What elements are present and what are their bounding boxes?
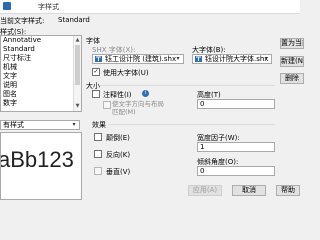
- chevron-down-icon: ▾: [72, 121, 76, 128]
- shx-font-dropdown[interactable]: 钰工设计院 (建筑).shx ▾: [92, 54, 184, 64]
- style-filter-value: 有样式: [3, 121, 24, 129]
- preview-text: aBb123: [0, 147, 74, 172]
- list-scrollbar[interactable]: ▲ ▼: [73, 36, 81, 111]
- big-font-icon: [195, 56, 202, 62]
- chevron-down-icon: ▾: [264, 55, 268, 62]
- title-bar: 字样式: [0, 0, 300, 14]
- scroll-thumb[interactable]: [75, 45, 80, 85]
- list-item[interactable]: 图名: [3, 90, 17, 99]
- app-icon: [3, 2, 11, 10]
- use-big-font-label: 使用大字体(U): [103, 69, 149, 77]
- big-font-dropdown[interactable]: 钰设计院大字体.shx ▾: [192, 54, 272, 64]
- effects-group-title: 效果: [92, 121, 106, 129]
- style-filter-dropdown[interactable]: 有样式 ▾: [0, 120, 80, 130]
- vertical-checkbox[interactable]: [94, 167, 102, 175]
- info-icon: i: [142, 90, 149, 97]
- list-item[interactable]: 文字: [3, 72, 17, 81]
- shx-font-icon: [95, 56, 102, 62]
- size-divider: [100, 85, 275, 86]
- scroll-up-icon[interactable]: ▲: [74, 37, 81, 43]
- current-style-label: 当前文字样式:: [0, 17, 45, 25]
- list-item[interactable]: 机械: [3, 63, 17, 72]
- match-orientation-checkbox[interactable]: [103, 101, 111, 109]
- height-field[interactable]: 0: [197, 99, 275, 109]
- annotative-label: 注释性(I): [103, 91, 132, 99]
- big-font-value: 钰设计院大字体.shx: [205, 55, 269, 63]
- set-current-button[interactable]: 置为当前: [280, 38, 304, 49]
- list-item[interactable]: 说明: [3, 81, 17, 90]
- list-item[interactable]: Standard: [3, 45, 35, 54]
- vertical-label: 垂直(V): [106, 168, 131, 176]
- scroll-down-icon[interactable]: ▼: [74, 103, 81, 109]
- match-orientation-label: 使文字方向与布局 匹配(M): [112, 100, 164, 116]
- backwards-checkbox[interactable]: [94, 150, 102, 158]
- window-title: 字样式: [38, 3, 59, 11]
- delete-button[interactable]: 删除: [280, 73, 304, 84]
- new-button[interactable]: 新建(N)...: [280, 56, 304, 67]
- effects-divider: [108, 124, 275, 125]
- apply-button[interactable]: 应用(A): [188, 185, 222, 196]
- upside-down-label: 颠倒(E): [106, 134, 130, 142]
- use-big-font-checkbox[interactable]: ✓: [92, 68, 100, 76]
- list-item[interactable]: 尺寸标注: [3, 54, 31, 63]
- current-style-value: Standard: [58, 16, 90, 24]
- oblique-field[interactable]: 0: [197, 166, 275, 176]
- backwards-label: 反向(K): [106, 151, 131, 159]
- cancel-button[interactable]: 取消: [232, 185, 266, 196]
- preview-box: aBb123: [0, 132, 82, 200]
- shx-font-value: 钰工设计院 (建筑).shx: [105, 55, 177, 63]
- annotative-checkbox[interactable]: [92, 90, 100, 98]
- width-factor-field[interactable]: 1: [197, 142, 275, 152]
- style-list[interactable]: Annotative Standard 尺寸标注 机械 文字 说明 图名 数字 …: [0, 35, 82, 112]
- chevron-down-icon: ▾: [176, 55, 180, 62]
- upside-down-checkbox[interactable]: [94, 133, 102, 141]
- list-item[interactable]: Annotative: [3, 36, 41, 45]
- help-button[interactable]: 帮助: [276, 185, 300, 196]
- list-item[interactable]: 数字: [3, 99, 17, 108]
